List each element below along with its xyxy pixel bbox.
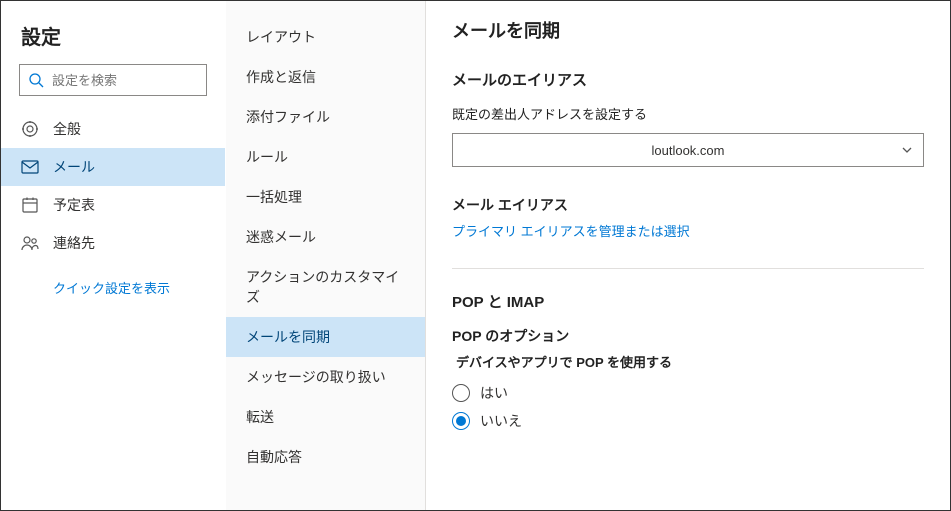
content-title: メールを同期 <box>452 17 924 43</box>
mail-icon <box>21 158 39 176</box>
page-title: 設定 <box>1 9 225 64</box>
subnav-forward[interactable]: 転送 <box>226 397 425 437</box>
settings-primary-nav: 設定 全般 メール 予定表 <box>1 1 226 510</box>
mail-subnav: レイアウト 作成と返信 添付ファイル ルール 一括処理 迷惑メール アクションの… <box>226 1 426 510</box>
nav-item-calendar[interactable]: 予定表 <box>1 186 225 224</box>
subnav-attach[interactable]: 添付ファイル <box>226 97 425 137</box>
manage-alias-link[interactable]: プライマリ エイリアスを管理または選択 <box>452 221 924 240</box>
settings-search[interactable] <box>19 64 207 96</box>
section-divider <box>452 268 924 269</box>
subnav-handling[interactable]: メッセージの取り扱い <box>226 357 425 397</box>
alias-heading: メールのエイリアス <box>452 69 924 90</box>
subnav-layout[interactable]: レイアウト <box>226 17 425 57</box>
pop-radio-no[interactable]: いいえ <box>452 407 924 435</box>
pop-imap-heading: POP と IMAP <box>452 291 924 312</box>
pop-radio-yes[interactable]: はい <box>452 379 924 407</box>
nav-label: 全般 <box>53 119 81 139</box>
settings-content: メールを同期 メールのエイリアス 既定の差出人アドレスを設定する loutloo… <box>426 1 950 510</box>
nav-label: 連絡先 <box>53 233 95 253</box>
subnav-autorep[interactable]: 自動応答 <box>226 437 425 477</box>
nav-item-mail[interactable]: メール <box>1 148 225 186</box>
subnav-rules[interactable]: ルール <box>226 137 425 177</box>
quick-settings-link[interactable]: クイック設定を表示 <box>1 262 225 297</box>
subnav-sweep[interactable]: 一括処理 <box>226 177 425 217</box>
subnav-sync[interactable]: メールを同期 <box>226 317 425 357</box>
radio-label: はい <box>480 383 508 403</box>
nav-label: メール <box>53 157 95 177</box>
radio-label: いいえ <box>480 411 522 431</box>
nav-item-people[interactable]: 連絡先 <box>1 224 225 262</box>
search-icon <box>28 72 44 88</box>
people-icon <box>21 234 39 252</box>
radio-icon <box>452 384 470 402</box>
calendar-icon <box>21 196 39 214</box>
subnav-junk[interactable]: 迷惑メール <box>226 217 425 257</box>
nav-item-general[interactable]: 全般 <box>1 110 225 148</box>
subnav-actions[interactable]: アクションのカスタマイズ <box>226 257 425 317</box>
pop-option-label: POP のオプション <box>452 326 924 346</box>
pop-enable-label: デバイスやアプリで POP を使用する <box>452 352 924 371</box>
gear-icon <box>21 120 39 138</box>
radio-icon-checked <box>452 412 470 430</box>
subnav-compose[interactable]: 作成と返信 <box>226 57 425 97</box>
search-input[interactable] <box>52 73 198 88</box>
dropdown-value: loutlook.com <box>652 143 725 158</box>
nav-label: 予定表 <box>53 195 95 215</box>
default-from-dropdown[interactable]: loutlook.com <box>452 133 924 167</box>
default-from-label: 既定の差出人アドレスを設定する <box>452 104 924 123</box>
chevron-down-icon <box>901 144 913 156</box>
alias-sub-label: メール エイリアス <box>452 195 924 215</box>
